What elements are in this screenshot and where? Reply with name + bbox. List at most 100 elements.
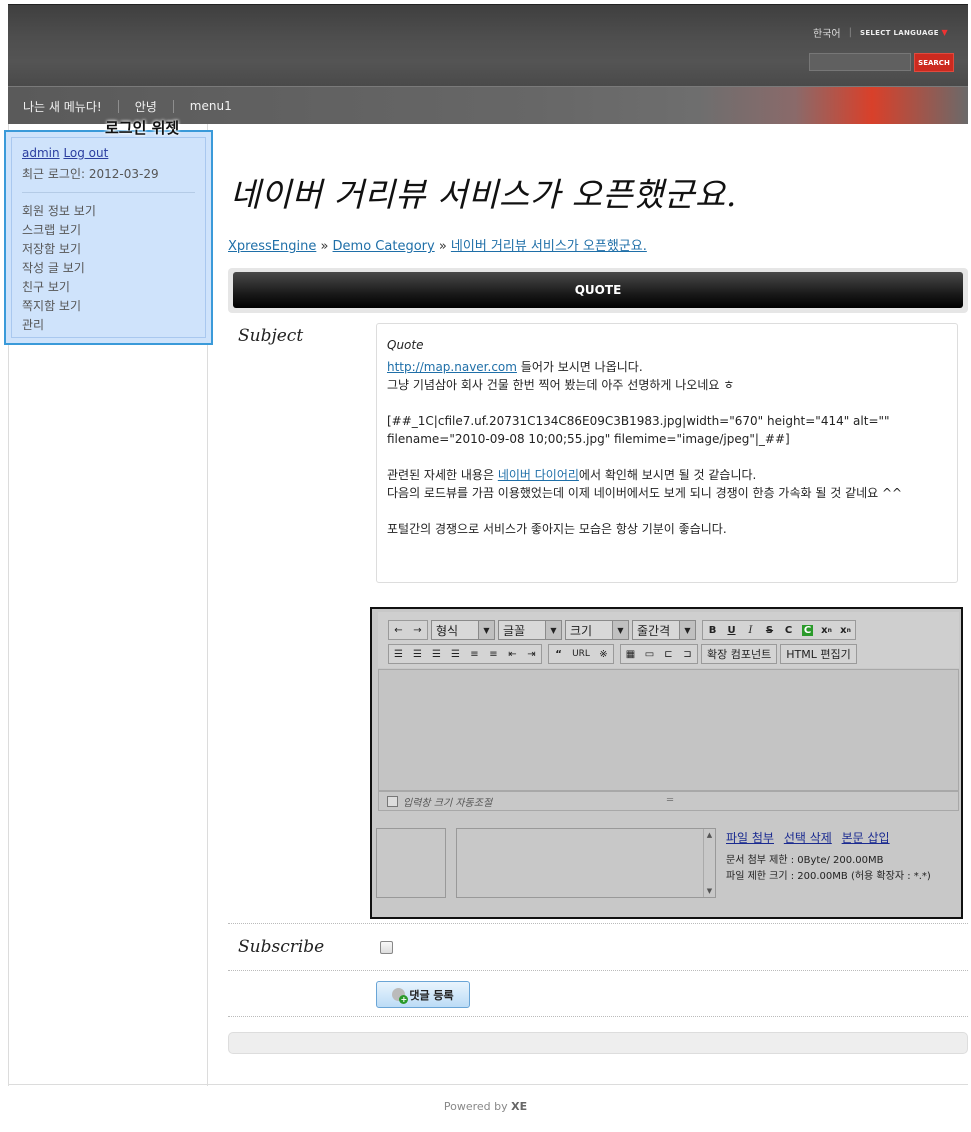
quote-text: 관련된 자세한 내용은 xyxy=(387,468,498,482)
bold-icon[interactable]: B xyxy=(703,621,722,639)
quote-spacer xyxy=(387,448,947,466)
submit-comment-label: 댓글 등록 xyxy=(409,988,454,1002)
nav-item-new-menu[interactable]: 나는 새 메뉴다! xyxy=(23,98,118,115)
menu-friends[interactable]: 친구 보기 xyxy=(22,278,195,297)
frame-bottom-border xyxy=(8,1084,968,1085)
menu-scrap[interactable]: 스크랩 보기 xyxy=(22,221,195,240)
ordered-list-icon[interactable]: ≡ xyxy=(465,645,484,663)
resize-grip-icon[interactable]: ═ xyxy=(667,795,673,806)
quote-header-wrap: QUOTE xyxy=(228,268,968,313)
login-user-row: admin Log out xyxy=(22,146,195,160)
quote-icon[interactable]: “ xyxy=(549,645,568,663)
autoresize-row: 입력창 크기 자동조절 ═ xyxy=(378,791,959,811)
menu-saved[interactable]: 저장함 보기 xyxy=(22,240,195,259)
special-char-icon[interactable]: ※ xyxy=(594,645,613,663)
select-language-button[interactable]: SELECT LANGUAGE ▼ xyxy=(860,28,948,37)
breadcrumb-category[interactable]: Demo Category xyxy=(333,239,435,254)
site-header: 한국어 | SELECT LANGUAGE ▼ SEARCH xyxy=(8,4,968,86)
subscribe-checkbox[interactable] xyxy=(380,941,393,954)
italic-icon[interactable]: I xyxy=(741,621,760,639)
subscript-icon[interactable]: xn xyxy=(836,621,855,639)
line-height-select[interactable]: 줄간격 ▼ xyxy=(632,620,696,640)
align-center-icon[interactable]: ☰ xyxy=(408,645,427,663)
toolbar-row-2: ☰ ☰ ☰ ☰ ≡ ≡ ⇤ ⇥ “ URL ※ ▦ ▭ ⊏ ⊐ 확장 컴포넌트 … xyxy=(388,644,857,664)
split-cells-icon[interactable]: ⊐ xyxy=(678,645,697,663)
menu-messages[interactable]: 쪽지함 보기 xyxy=(22,297,195,316)
quote-line: [##_1C|cfile7.uf.20731C134C86E09C3B1983.… xyxy=(387,414,890,446)
underline-icon[interactable]: U xyxy=(722,621,741,639)
language-separator: | xyxy=(848,27,852,38)
login-widget: admin Log out 최근 로그인: 2012-03-29 회원 정보 보… xyxy=(4,130,213,345)
menu-admin[interactable]: 관리 xyxy=(22,316,195,335)
autoresize-checkbox[interactable] xyxy=(387,795,398,807)
xe-brand[interactable]: XE xyxy=(511,1100,527,1113)
naver-diary-link[interactable]: 네이버 다이어리 xyxy=(498,468,579,482)
outdent-icon[interactable]: ⇤ xyxy=(503,645,522,663)
format-select[interactable]: 형식 ▼ xyxy=(431,620,495,640)
html-editor-button[interactable]: HTML 편집기 xyxy=(780,644,857,664)
editor-textarea[interactable] xyxy=(378,669,959,791)
user-name-link[interactable]: admin xyxy=(22,146,60,160)
toolbar-row-1: ← → 형식 ▼ 글꼴 ▼ 크기 ▼ 줄간격 ▼ B U I S C C xn xn xyxy=(388,620,856,640)
attached-file-list[interactable]: ▲ ▼ xyxy=(456,828,716,898)
logout-link[interactable]: Log out xyxy=(63,146,108,160)
quote-line: http://map.naver.com 들어가 보시면 나옵니다. xyxy=(387,358,947,376)
menu-member-info[interactable]: 회원 정보 보기 xyxy=(22,202,195,221)
url-button[interactable]: URL xyxy=(568,645,594,663)
extension-component-button[interactable]: 확장 컴포넌트 xyxy=(701,644,778,664)
search-bar: SEARCH xyxy=(809,53,954,72)
quoted-content: Quote http://map.naver.com 들어가 보시면 나옵니다.… xyxy=(376,323,958,583)
background-color-icon[interactable]: C xyxy=(798,621,817,639)
line-height-select-value: 줄간격 xyxy=(637,623,671,638)
alignment-group: ☰ ☰ ☰ ☰ ≡ ≡ ⇤ ⇥ xyxy=(388,644,542,664)
chevron-down-icon: ▼ xyxy=(478,621,494,639)
breadcrumb-current[interactable]: 네이버 거리뷰 서비스가 오픈했군요. xyxy=(451,239,647,254)
file-size-limit: 파일 제한 크기 : 200.00MB (허용 확장자 : *.*) xyxy=(726,871,931,882)
strikethrough-icon[interactable]: S xyxy=(760,621,779,639)
submit-comment-button[interactable]: 댓글 등록 xyxy=(376,981,470,1008)
align-left-icon[interactable]: ☰ xyxy=(389,645,408,663)
align-justify-icon[interactable]: ☰ xyxy=(446,645,465,663)
format-select-value: 형식 xyxy=(436,623,459,638)
scroll-up-icon[interactable]: ▲ xyxy=(707,831,712,839)
redo-icon[interactable]: → xyxy=(408,621,427,639)
scroll-down-icon[interactable]: ▼ xyxy=(707,887,712,895)
quote-spacer xyxy=(387,502,947,520)
font-color-icon[interactable]: C xyxy=(779,621,798,639)
quote-line: 관련된 자세한 내용은 네이버 다이어리에서 확인해 보시면 될 것 같습니다. xyxy=(387,466,947,484)
nav-item-hello[interactable]: 안녕 xyxy=(135,98,173,115)
undo-icon[interactable]: ← xyxy=(389,621,408,639)
file-list-scrollbar[interactable]: ▲ ▼ xyxy=(703,829,715,897)
document-footer-bar xyxy=(228,1032,968,1054)
table-icon[interactable]: ▦ xyxy=(621,645,640,663)
indent-icon[interactable]: ⇥ xyxy=(522,645,541,663)
unordered-list-icon[interactable]: ≡ xyxy=(484,645,503,663)
nav-item-menu1[interactable]: menu1 xyxy=(190,99,248,113)
nav-separator xyxy=(172,99,174,113)
superscript-icon[interactable]: xn xyxy=(817,621,836,639)
delete-selected-link[interactable]: 선택 삭제 xyxy=(784,831,832,845)
form-divider xyxy=(228,1016,968,1017)
size-select[interactable]: 크기 ▼ xyxy=(565,620,629,640)
align-right-icon[interactable]: ☰ xyxy=(427,645,446,663)
table-cell-icon[interactable]: ▭ xyxy=(640,645,659,663)
search-input[interactable] xyxy=(809,53,911,71)
chevron-down-icon: ▼ xyxy=(679,621,695,639)
quote-line: 그냥 기념삼아 회사 건물 한번 찍어 봤는데 아주 선명하게 나오네요 ㅎ xyxy=(387,378,735,392)
breadcrumb-separator: » xyxy=(434,239,451,254)
merge-cells-icon[interactable]: ⊏ xyxy=(659,645,678,663)
file-actions: 파일 첨부 선택 삭제 본문 삽입 xyxy=(726,829,896,846)
quote-spacer xyxy=(387,394,947,412)
insert-into-body-link[interactable]: 본문 삽입 xyxy=(842,831,890,845)
naver-map-link[interactable]: http://map.naver.com xyxy=(387,360,517,374)
search-button[interactable]: SEARCH xyxy=(914,53,954,72)
menu-my-posts[interactable]: 작성 글 보기 xyxy=(22,259,195,278)
breadcrumb-separator: » xyxy=(316,239,333,254)
attach-file-link[interactable]: 파일 첨부 xyxy=(726,831,774,845)
chevron-down-icon: ▼ xyxy=(941,28,948,37)
breadcrumb-home[interactable]: XpressEngine xyxy=(228,239,316,254)
font-select-value: 글꼴 xyxy=(503,623,526,638)
font-select[interactable]: 글꼴 ▼ xyxy=(498,620,562,640)
autoresize-label: 입력창 크기 자동조절 xyxy=(403,797,493,809)
quote-title: Quote xyxy=(387,338,424,352)
